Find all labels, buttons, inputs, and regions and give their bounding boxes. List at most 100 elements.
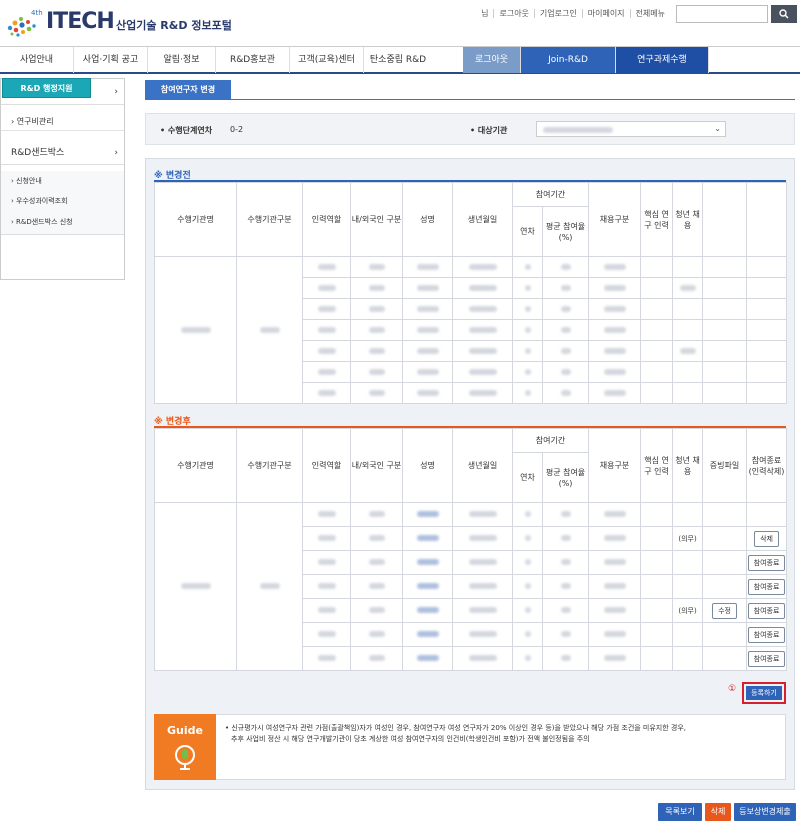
youth-cell xyxy=(672,646,704,671)
utility-links: 님 로그아웃 기업로그인 마이페이지 전체메뉴 xyxy=(476,9,670,18)
org-select[interactable]: ⌄ xyxy=(536,121,726,137)
redacted-cell xyxy=(350,256,403,278)
redacted-cell xyxy=(350,277,403,299)
org-label: • 대상기관 xyxy=(470,126,508,135)
redacted-cell xyxy=(402,622,453,647)
chevron-right-icon: › xyxy=(114,87,118,97)
after-table: 수행기관명 수행기관구분 인력역할 내/외국인 구분 성명 생년월일 참여기간 … xyxy=(154,428,788,671)
sidebar-item-sandbox-apply[interactable]: › R&D샌드박스 신청 xyxy=(1,211,124,235)
company-login-link[interactable]: 기업로그인 xyxy=(533,9,582,18)
col-org-name: 수행기관명 xyxy=(154,428,237,503)
redacted-cell xyxy=(452,550,513,575)
evidence-cell xyxy=(702,622,748,647)
mypage-link[interactable]: 마이페이지 xyxy=(581,9,630,18)
redacted-cell xyxy=(672,319,704,341)
before-table-body xyxy=(154,256,788,404)
evidence-cell xyxy=(702,502,748,527)
filter-bar: • 수행단계연차 0-2 • 대상기관 ⌄ xyxy=(145,113,795,145)
table-row xyxy=(154,502,788,671)
nav-logout[interactable]: 로그아웃 xyxy=(463,47,521,73)
redacted-cell xyxy=(588,550,642,575)
redacted-cell xyxy=(588,382,642,404)
logout-link[interactable]: 로그아웃 xyxy=(493,9,533,18)
end-participation-button[interactable]: 참여종료 xyxy=(747,578,786,595)
redacted-cell xyxy=(588,319,642,341)
chevron-right-icon: › xyxy=(114,148,118,158)
nav-announcements[interactable]: 사업·기획 공고 xyxy=(74,47,148,73)
redacted-cell xyxy=(746,361,788,383)
sidebar-badge[interactable]: R&D 행정지원 xyxy=(2,78,91,98)
sidebar-item-budget[interactable]: › 연구비관리 xyxy=(1,113,124,131)
delete-row-button[interactable]: 삭제 xyxy=(754,530,779,547)
redacted-cell xyxy=(350,526,403,551)
evidence-cell xyxy=(702,574,748,599)
nav-join-rnd[interactable]: Join-R&D xyxy=(521,47,616,73)
redacted-cell xyxy=(512,550,543,575)
list-button[interactable]: 목록보기 xyxy=(658,803,702,821)
redacted-cell xyxy=(452,598,513,623)
edit-evidence-button[interactable]: 수정 xyxy=(712,602,737,619)
redacted-cell xyxy=(154,256,237,404)
redacted-cell xyxy=(672,361,704,383)
guide-box: • 신규평가시 여성연구자 관련 가점(출괄책임)자가 여성인 경우, 참여연구… xyxy=(154,714,786,780)
action-cell: 참여종료 xyxy=(746,622,788,647)
redacted-cell xyxy=(302,622,351,647)
nav-news[interactable]: 알림·정보 xyxy=(148,47,216,73)
nav-customer-center[interactable]: 고객(교육)센터 xyxy=(290,47,364,73)
redacted-cell xyxy=(402,502,453,527)
nav-promotion[interactable]: R&D홍보관 xyxy=(216,47,290,73)
redacted-cell xyxy=(640,574,674,599)
register-button[interactable]: 등록하기 xyxy=(746,686,782,700)
submit-change-button[interactable]: 등보상변경제출 xyxy=(734,803,796,821)
col-youth: 청년 채용 xyxy=(672,182,704,257)
redacted-cell xyxy=(746,340,788,362)
redacted-cell xyxy=(350,319,403,341)
end-participation-button[interactable]: 참여종료 xyxy=(747,650,786,667)
end-participation-button[interactable]: 참여종료 xyxy=(747,626,786,643)
redacted-cell xyxy=(512,277,543,299)
redacted-cell xyxy=(588,526,642,551)
nav-business-info[interactable]: 사업안내 xyxy=(0,47,74,73)
sidebar-item-sandbox[interactable]: R&D샌드박스 › xyxy=(1,141,124,165)
nav-carbon-neutral[interactable]: 탄소중립 R&D xyxy=(364,47,432,73)
redacted-cell xyxy=(672,382,704,404)
full-menu-link[interactable]: 전체메뉴 xyxy=(629,9,670,18)
sidebar-item-performance[interactable]: › 우수성과이력조회 xyxy=(1,191,124,211)
redacted-cell xyxy=(452,319,513,341)
logo-text[interactable]: ITECH xyxy=(46,9,115,34)
col-period: 참여기간 xyxy=(511,182,590,207)
redacted-cell xyxy=(512,298,543,320)
search-input[interactable] xyxy=(676,5,768,23)
end-participation-button[interactable]: 참여종료 xyxy=(747,602,786,619)
nav-project[interactable]: 연구과제수행 xyxy=(616,47,709,73)
col-extra-1 xyxy=(702,182,748,257)
redacted-cell xyxy=(452,361,513,383)
redacted-cell xyxy=(452,646,513,671)
search-button[interactable] xyxy=(771,5,797,23)
evidence-cell xyxy=(702,526,748,551)
redacted-cell xyxy=(541,550,590,575)
delete-button[interactable]: 삭제 xyxy=(705,803,731,821)
redacted-cell xyxy=(402,550,453,575)
sidebar-item-guide[interactable]: › 신청안내 xyxy=(1,171,124,191)
redacted-cell xyxy=(512,574,543,599)
redacted-cell xyxy=(541,277,590,299)
evidence-cell: 수정 xyxy=(702,598,748,623)
redacted-cell xyxy=(350,340,403,362)
redacted-cell xyxy=(541,646,590,671)
sidebar-item-label: R&D샌드박스 신청 xyxy=(16,218,73,226)
redacted-cell xyxy=(512,382,543,404)
redacted-cell xyxy=(302,382,351,404)
redacted-cell xyxy=(541,502,590,527)
tab-participant-change[interactable]: 참여연구자 변경 xyxy=(145,80,231,100)
redacted-cell xyxy=(702,361,748,383)
redacted-cell xyxy=(302,574,351,599)
sidebar-item-label: 우수성과이력조회 xyxy=(16,197,68,205)
step-marker: ① xyxy=(728,684,737,694)
redacted-cell xyxy=(640,526,674,551)
redacted-cell xyxy=(640,298,674,320)
end-participation-button[interactable]: 참여종료 xyxy=(747,554,786,571)
action-cell xyxy=(746,502,788,527)
redacted-cell xyxy=(588,361,642,383)
col-avg-rate: 평균 참여율 (%) xyxy=(541,452,590,503)
